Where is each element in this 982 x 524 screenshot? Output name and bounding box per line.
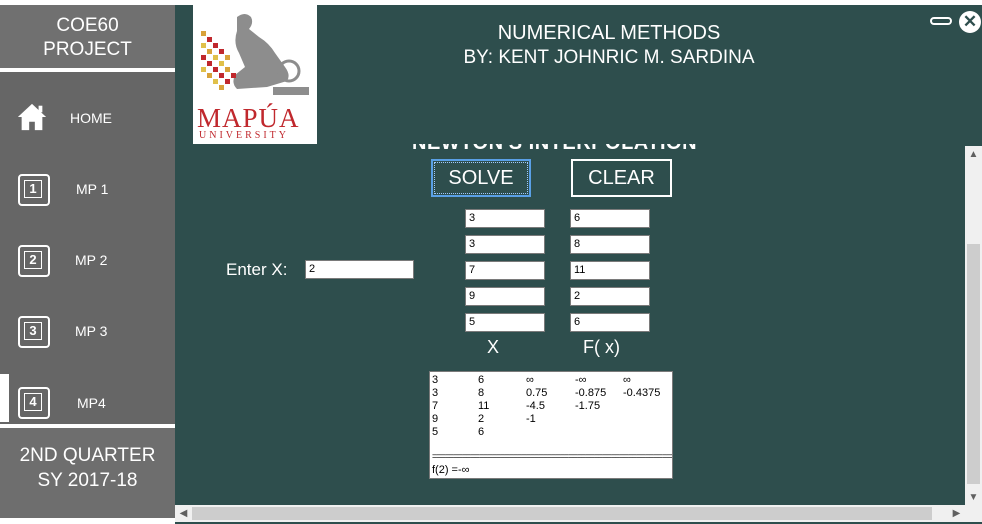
table-cell: -4.5 [526,400,545,412]
vertical-scrollbar[interactable]: ▲ ▼ [965,146,982,506]
fx-input-3[interactable]: 11 [570,261,650,280]
sidebar-nav: HOME 1 MP 1 2 MP 2 3 MP 3 4 MP4 [0,72,175,424]
table-cell: -0.875 [575,387,607,399]
sidebar-item-label: MP 2 [75,252,108,268]
results-separator: ========================================… [432,451,672,461]
sidebar-item-mp3[interactable]: 3 MP 3 [0,295,175,366]
sidebar-item-label: MP 3 [75,323,108,339]
quarter-info: 2ND QUARTER SY 2017-18 [0,428,175,518]
number-3-icon: 3 [18,316,50,348]
table-cell: 8 [478,387,485,399]
table-cell: -1 [526,413,536,425]
x-input-2[interactable]: 3 [465,235,545,254]
number-2-icon: 2 [18,245,50,277]
table-cell: ∞ [526,374,534,386]
brand-line-1: COE60 [56,15,119,36]
table-cell: 5 [432,426,439,438]
scroll-content: NEWTON'S INTERPOLATION SOLVE CLEAR Enter… [175,144,982,524]
close-icon[interactable]: ✕ [959,11,981,33]
table-cell: 6 [478,374,485,386]
fx-input-5[interactable]: 6 [570,313,650,332]
section-title: NEWTON'S INTERPOLATION [412,144,697,155]
horizontal-scroll-thumb[interactable] [192,507,932,520]
table-cell: -0.4375 [623,387,661,399]
results-textbox[interactable]: 3 6 ∞ -∞ ∞ 3 8 0.75 -0.875 -0.4375 7 11 -4.5 -1.75 9 2 -… [429,371,673,479]
table-cell: 3 [432,387,439,399]
table-cell: 7 [432,400,439,412]
x-input-4[interactable]: 9 [465,287,545,306]
scrollbar-corner [965,505,982,522]
table-cell: ∞ [623,374,631,386]
number-1-icon: 1 [18,174,50,206]
fx-input-4[interactable]: 2 [570,287,650,306]
project-brand: COE60 PROJECT [0,5,175,68]
main-panel: MAPÚA UNIVERSITY NUMERICAL METHODS BY: K… [175,0,982,524]
quarter-line-2: SY 2017-18 [37,470,138,491]
table-cell: 11 [478,400,490,412]
table-cell: 0.75 [526,387,548,399]
scroll-up-icon[interactable]: ▲ [965,146,982,163]
sidebar-item-mp2[interactable]: 2 MP 2 [0,224,175,295]
scroll-left-icon[interactable]: ◀ [175,505,192,522]
x-input-1[interactable]: 3 [465,209,545,228]
university-logo: MAPÚA UNIVERSITY [193,5,317,144]
interpolation-result: f(2) =-∞ [432,464,470,476]
minimize-icon[interactable] [930,17,952,25]
x-value-input[interactable]: 2 [305,260,414,279]
solve-button[interactable]: SOLVE [431,159,531,197]
scroll-right-icon[interactable]: ▶ [948,505,965,522]
home-icon [17,103,47,131]
table-cell: 2 [478,413,485,425]
sidebar-item-label: HOME [70,110,112,126]
sidebar-item-mp1[interactable]: 1 MP 1 [0,153,175,224]
brand-line-2: PROJECT [43,39,132,60]
x-column-header: X [487,337,500,357]
sidebar-item-mp4[interactable]: 4 MP4 [0,366,175,437]
fx-input-1[interactable]: 6 [570,209,650,228]
horizontal-scrollbar[interactable]: ◀ ▶ [175,505,965,522]
clear-button[interactable]: CLEAR [571,159,672,197]
app-title: NUMERICAL METHODS [497,22,721,44]
scroll-down-icon[interactable]: ▼ [965,489,982,506]
table-cell: 9 [432,413,439,425]
quarter-line-1: 2ND QUARTER [19,445,156,466]
table-cell: 6 [478,426,485,438]
fx-input-2[interactable]: 8 [570,235,650,254]
x-input-5[interactable]: 5 [465,313,545,332]
x-input-3[interactable]: 7 [465,261,545,280]
sidebar-item-home[interactable]: HOME [0,82,175,153]
table-cell: -∞ [575,374,587,386]
sidebar-item-label: MP 1 [76,181,109,197]
table-cell: 3 [432,374,439,386]
number-4-icon: 4 [18,387,50,419]
vertical-scroll-thumb[interactable] [967,244,980,484]
sidebar: COE60 PROJECT HOME 1 MP 1 2 MP 2 3 MP 3 … [0,0,175,524]
logo-subtext: UNIVERSITY [199,130,289,141]
logo-figure-icon [201,14,309,95]
fx-column-header: F( x) [583,337,620,357]
table-cell: -1.75 [575,400,601,412]
enter-x-label: Enter X: [226,260,288,279]
author-line: BY: KENT JOHNRIC M. SARDINA [463,47,755,68]
sidebar-item-label: MP4 [77,395,106,411]
